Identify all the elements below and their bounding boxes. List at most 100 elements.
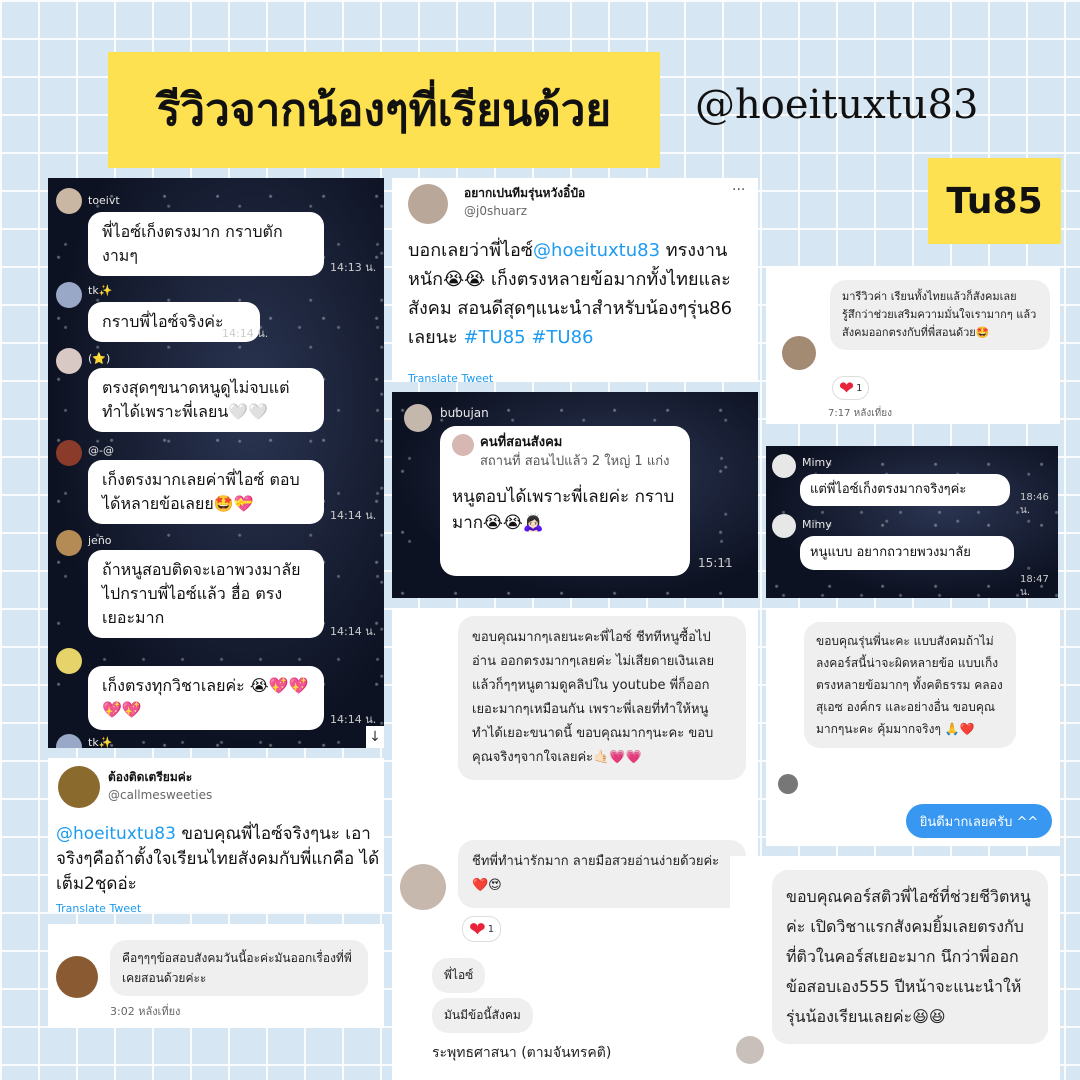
tweet-text: บอกเลยว่าพี่ไอซ์@hoeituxtu83 ทรงงานหนัก😭… xyxy=(408,236,748,352)
chat-bubble: แต่พี่ไอซ์เก็งตรงมากจริงๆค่ะ xyxy=(800,474,1010,506)
chat-bubble: ตรงสุดๆขนาดหนูดูไม่จบแต่ทำได้เพราะพี่เลย… xyxy=(88,368,324,432)
avatar xyxy=(56,956,98,998)
sender-name: tk✨ xyxy=(88,736,113,748)
message-text: มันมีข้อนี้สังคม xyxy=(444,1008,521,1022)
message-text: พี่ไอซ์ xyxy=(444,968,474,982)
dm-bubble: ขอบคุณคอร์สติวพี่ไอซ์ที่ช่วยชีวิตหนูค่ะ … xyxy=(772,870,1048,1044)
dm-bubble: ขอบคุณมากๆเลยนะคะพี่ไอซ์ ชีททีหนูซื้อไปอ… xyxy=(458,616,746,780)
heart-icon: ❤ xyxy=(839,377,855,399)
more-icon[interactable]: ··· xyxy=(732,182,745,198)
heart-icon: ❤ xyxy=(469,917,486,941)
tweet-text-part: บอกเลยว่าพี่ไอซ์ xyxy=(408,240,534,261)
message-time: 15:11 xyxy=(698,556,733,570)
tag-badge: Tu85 xyxy=(928,158,1061,244)
dm-bubble: พี่ไอซ์ xyxy=(432,958,486,993)
avatar xyxy=(56,734,82,748)
like-reaction[interactable]: ❤ 1 xyxy=(462,916,502,942)
sender-name: Mimy xyxy=(802,518,832,531)
avatar xyxy=(782,336,816,370)
avatar xyxy=(56,282,82,308)
message-text: หนูตอบได้เพราะพี่เลยค่ะ กราบมาก😭😭🙇🏻‍♀️ xyxy=(452,487,675,533)
tweet-card-1: อยากเปนทีมรุ่นหวังอิ๋ป๋อ @j0shuarz ··· บ… xyxy=(392,178,758,382)
dm-bubble: คือๆๆๆข้อสอบสังคมวันนี้อะค่ะมันออกเรื่อง… xyxy=(110,940,368,996)
reply-bubble: คนที่สอนสังคม สถานที่ สอนไปแล้ว 2 ใหญ่ 1… xyxy=(440,426,690,576)
translate-link[interactable]: Translate Tweet xyxy=(408,372,493,382)
avatar xyxy=(56,348,82,374)
mention-link[interactable]: @hoeituxtu83 xyxy=(56,824,176,844)
hashtag-link[interactable]: #TU85 xyxy=(463,327,525,348)
page-title: รีวิวจากน้องๆที่เรียนด้วย xyxy=(108,52,660,168)
username[interactable]: @callmesweeties xyxy=(108,788,212,802)
message-text: ระพุทธศาสนา (ตามจันทรคติ) xyxy=(432,1045,612,1061)
avatar xyxy=(56,188,82,214)
quoted-text: สถานที่ สอนไปแล้ว 2 ใหญ่ 1 แก่ง xyxy=(480,454,670,469)
message-text: ชีทพี่ทำน่ารักมาก ลายมือสวยอ่านง่ายด้วยค… xyxy=(472,854,720,893)
message-time: 18:47 น. xyxy=(1020,574,1049,598)
tweet-text: @hoeituxtu83 ขอบคุณพี่ไอซ์จริงๆนะ เอาจริ… xyxy=(56,822,380,897)
message-text: พี่ไอซ์เก็งตรงมาก กราบตักงามๆ xyxy=(102,222,283,265)
dm-screenshot-2: คือๆๆๆข้อสอบสังคมวันนี้อะค่ะมันออกเรื่อง… xyxy=(48,924,384,1028)
ig-screenshot-2: ขอบคุณรุ่นพี่นะคะ แบบสังคมถ้าไม่ลงคอร์สน… xyxy=(766,608,1060,846)
like-count: 1 xyxy=(856,382,863,394)
dm-bubble: ขอบคุณรุ่นพี่นะคะ แบบสังคมถ้าไม่ลงคอร์สน… xyxy=(804,622,1016,748)
message-text: หนูแบบ อยากถวายพวงมาลัย xyxy=(810,545,971,560)
username[interactable]: @j0shuarz xyxy=(464,204,527,218)
tweet-card-2: ต้องติดเตรียมค่ะ @callmesweeties @hoeitu… xyxy=(48,758,384,912)
mention-link[interactable]: @hoeituxtu83 xyxy=(533,240,660,261)
scroll-down-button[interactable]: ↓ xyxy=(366,726,384,748)
chat-bubble: หนูแบบ อยากถวายพวงมาลัย xyxy=(800,536,1014,570)
message-time: 14:14 น. xyxy=(330,509,377,522)
avatar xyxy=(772,514,796,538)
message-text: เก็งตรงมากเลยค่าพี่ไอซ์ ตอบได้หลายข้อเลย… xyxy=(102,470,300,513)
chat-bubble: เก็งตรงมากเลยค่าพี่ไอซ์ ตอบได้หลายข้อเลย… xyxy=(88,460,324,524)
message-text: คือๆๆๆข้อสอบสังคมวันนี้อะค่ะมันออกเรื่อง… xyxy=(122,951,352,985)
chat-screenshot-3: Mimy แต่พี่ไอซ์เก็งตรงมากจริงๆค่ะ 18:46 … xyxy=(766,446,1058,598)
avatar xyxy=(408,184,448,224)
message-time: 14:14 น. xyxy=(222,327,269,340)
message-time: 18:46 น. xyxy=(1020,492,1049,516)
message-text: ถ้าหนูสอบติดจะเอาพวงมาลัยไปกราบพี่ไอซ์แล… xyxy=(102,560,301,627)
reply-bubble: ยินดีมากเลยครับ ^^ xyxy=(906,804,1052,838)
display-name[interactable]: ต้องติดเตรียมค่ะ xyxy=(108,768,192,787)
chat-screenshot-1: toeivt พี่ไอซ์เก็งตรงมาก กราบตักงามๆ 14:… xyxy=(48,178,384,748)
message-text: แต่พี่ไอซ์เก็งตรงมากจริงๆค่ะ xyxy=(810,482,967,497)
sender-name: @-@ xyxy=(88,444,114,457)
display-name[interactable]: อยากเปนทีมรุ่นหวังอิ๋ป๋อ xyxy=(464,184,585,203)
chat-bubble: พี่ไอซ์เก็งตรงมาก กราบตักงามๆ xyxy=(88,212,324,276)
dm-bubble: มารีวิวค่า เรียนทั้งไทยแล้วก็สังคมเลย รู… xyxy=(830,280,1050,350)
chat-bubble: ถ้าหนูสอบติดจะเอาพวงมาลัยไปกราบพี่ไอซ์แล… xyxy=(88,550,324,638)
avatar xyxy=(778,774,798,794)
avatar xyxy=(736,1036,764,1064)
message-time: 14:13 น. xyxy=(330,261,377,274)
avatar xyxy=(404,404,432,432)
avatar xyxy=(400,864,446,910)
handle-text: @hoeituxtu83 xyxy=(695,82,979,128)
quoted-title: คนที่สอนสังคม xyxy=(480,435,563,450)
sender-name: jeño xyxy=(88,534,112,547)
message-text: ขอบคุณรุ่นพี่นะคะ แบบสังคมถ้าไม่ลงคอร์สน… xyxy=(816,634,1003,736)
ig-screenshot-3: ขอบคุณคอร์สติวพี่ไอซ์ที่ช่วยชีวิตหนูค่ะ … xyxy=(730,856,1060,1080)
ig-screenshot-1: ขอบคุณมากๆเลยนะคะพี่ไอซ์ ชีททีหนูซื้อไปอ… xyxy=(392,608,758,1080)
sender-name: (⭐) xyxy=(88,352,111,365)
avatar xyxy=(56,440,82,466)
dm-screenshot-1: มารีวิวค่า เรียนทั้งไทยแล้วก็สังคมเลย รู… xyxy=(766,266,1060,424)
sender-name: toeivt xyxy=(88,194,120,207)
message-text: ขอบคุณคอร์สติวพี่ไอซ์ที่ช่วยชีวิตหนูค่ะ … xyxy=(786,887,1031,1026)
message-text: เก็งตรงทุกวิชาเลยค่ะ 😭💖💖💖💖 xyxy=(102,676,309,719)
avatar xyxy=(56,648,82,674)
message-text: ขอบคุณมากๆเลยนะคะพี่ไอซ์ ชีททีหนูซื้อไปอ… xyxy=(472,630,715,765)
like-count: 1 xyxy=(487,923,495,935)
avatar xyxy=(56,530,82,556)
hashtag-link[interactable]: #TU86 xyxy=(531,327,593,348)
message-text: ตรงสุดๆขนาดหนูดูไม่จบแต่ทำได้เพราะพี่เลย… xyxy=(102,378,290,421)
sender-name: bubujan xyxy=(440,406,489,420)
message-time: 14:14 น. xyxy=(330,625,377,638)
chat-bubble: เก็งตรงทุกวิชาเลยค่ะ 😭💖💖💖💖 xyxy=(88,666,324,730)
translate-link[interactable]: Translate Tweet xyxy=(56,902,141,912)
like-reaction[interactable]: ❤ 1 xyxy=(832,376,870,400)
dm-bubble: ชีทพี่ทำน่ารักมาก ลายมือสวยอ่านง่ายด้วยค… xyxy=(458,840,746,908)
avatar xyxy=(772,454,796,478)
quoted-message[interactable]: คนที่สอนสังคม สถานที่ สอนไปแล้ว 2 ใหญ่ 1… xyxy=(452,434,678,472)
quoted-avatar xyxy=(452,434,474,456)
message-time: 7:17 หลังเที่ยง xyxy=(828,408,892,419)
